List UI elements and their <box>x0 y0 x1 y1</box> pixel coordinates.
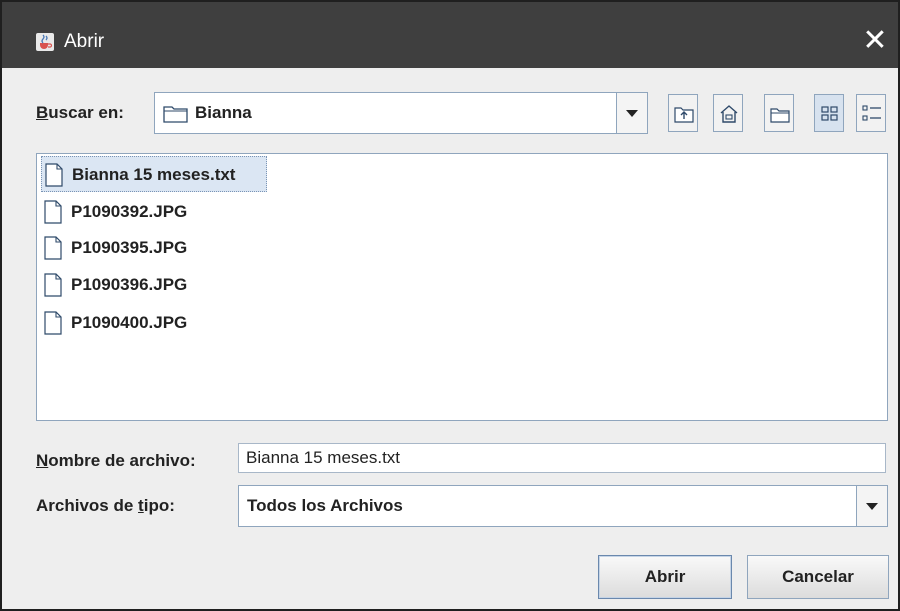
window-title: Abrir <box>64 31 105 52</box>
file-icon <box>44 200 62 224</box>
folder-icon <box>163 103 189 128</box>
file-name: P1090392.JPG <box>71 202 188 221</box>
file-type-dropdown-button[interactable] <box>856 486 887 526</box>
new-folder-button[interactable] <box>764 94 794 132</box>
open-file-dialog: Abrir ✕ Buscar en: Bianna Bianna 15 mese… <box>0 0 900 611</box>
file-icon <box>44 273 62 297</box>
file-name: Bianna 15 meses.txt <box>72 165 236 184</box>
home-icon <box>720 105 738 123</box>
open-button[interactable]: Abrir <box>598 555 732 599</box>
up-folder-button[interactable] <box>668 94 698 132</box>
title-bar[interactable]: Abrir ✕ <box>2 2 898 68</box>
file-list[interactable]: Bianna 15 meses.txt P1090392.JPG P109039… <box>36 153 888 421</box>
file-name: P1090400.JPG <box>71 313 188 332</box>
file-type-value: Todos los Archivos <box>247 496 403 515</box>
list-view-icon <box>821 106 838 121</box>
cancel-button[interactable]: Cancelar <box>747 555 889 599</box>
file-icon <box>45 163 63 187</box>
look-in-label: Buscar en: <box>36 103 124 123</box>
look-in-label-text: uscar en: <box>48 103 124 122</box>
new-folder-icon <box>770 108 790 123</box>
list-view-button[interactable] <box>814 94 844 132</box>
home-button[interactable] <box>713 94 743 132</box>
close-icon[interactable]: ✕ <box>858 24 892 58</box>
file-type-combo[interactable]: Todos los Archivos <box>238 485 888 527</box>
chevron-down-icon <box>626 110 638 117</box>
file-icon <box>44 311 62 335</box>
file-name-label: Nombre de archivo: <box>36 451 196 471</box>
look-in-label-mnemonic: B <box>36 103 49 122</box>
file-type-label: Archivos de tipo: <box>36 496 175 516</box>
file-type-label-prefix: Archivos de <box>36 496 139 515</box>
java-cup-icon <box>36 33 54 51</box>
look-in-value: Bianna <box>195 103 252 122</box>
file-type-label-text: ipo: <box>143 496 175 515</box>
chevron-down-icon <box>866 503 878 510</box>
file-icon <box>44 236 62 260</box>
up-folder-icon <box>674 107 694 123</box>
details-view-button[interactable] <box>856 94 886 132</box>
file-name-input[interactable] <box>239 444 885 472</box>
file-name-label-text: ombre de archivo: <box>48 451 196 470</box>
file-name: P1090396.JPG <box>71 275 188 294</box>
file-name-label-mnemonic: N <box>36 451 49 470</box>
file-name-field[interactable] <box>238 443 886 473</box>
look-in-combo[interactable]: Bianna <box>154 92 648 134</box>
file-list-item[interactable]: Bianna 15 meses.txt <box>41 156 267 192</box>
details-view-icon <box>862 105 881 121</box>
file-name: P1090395.JPG <box>71 238 188 257</box>
look-in-dropdown-button[interactable] <box>616 93 647 133</box>
